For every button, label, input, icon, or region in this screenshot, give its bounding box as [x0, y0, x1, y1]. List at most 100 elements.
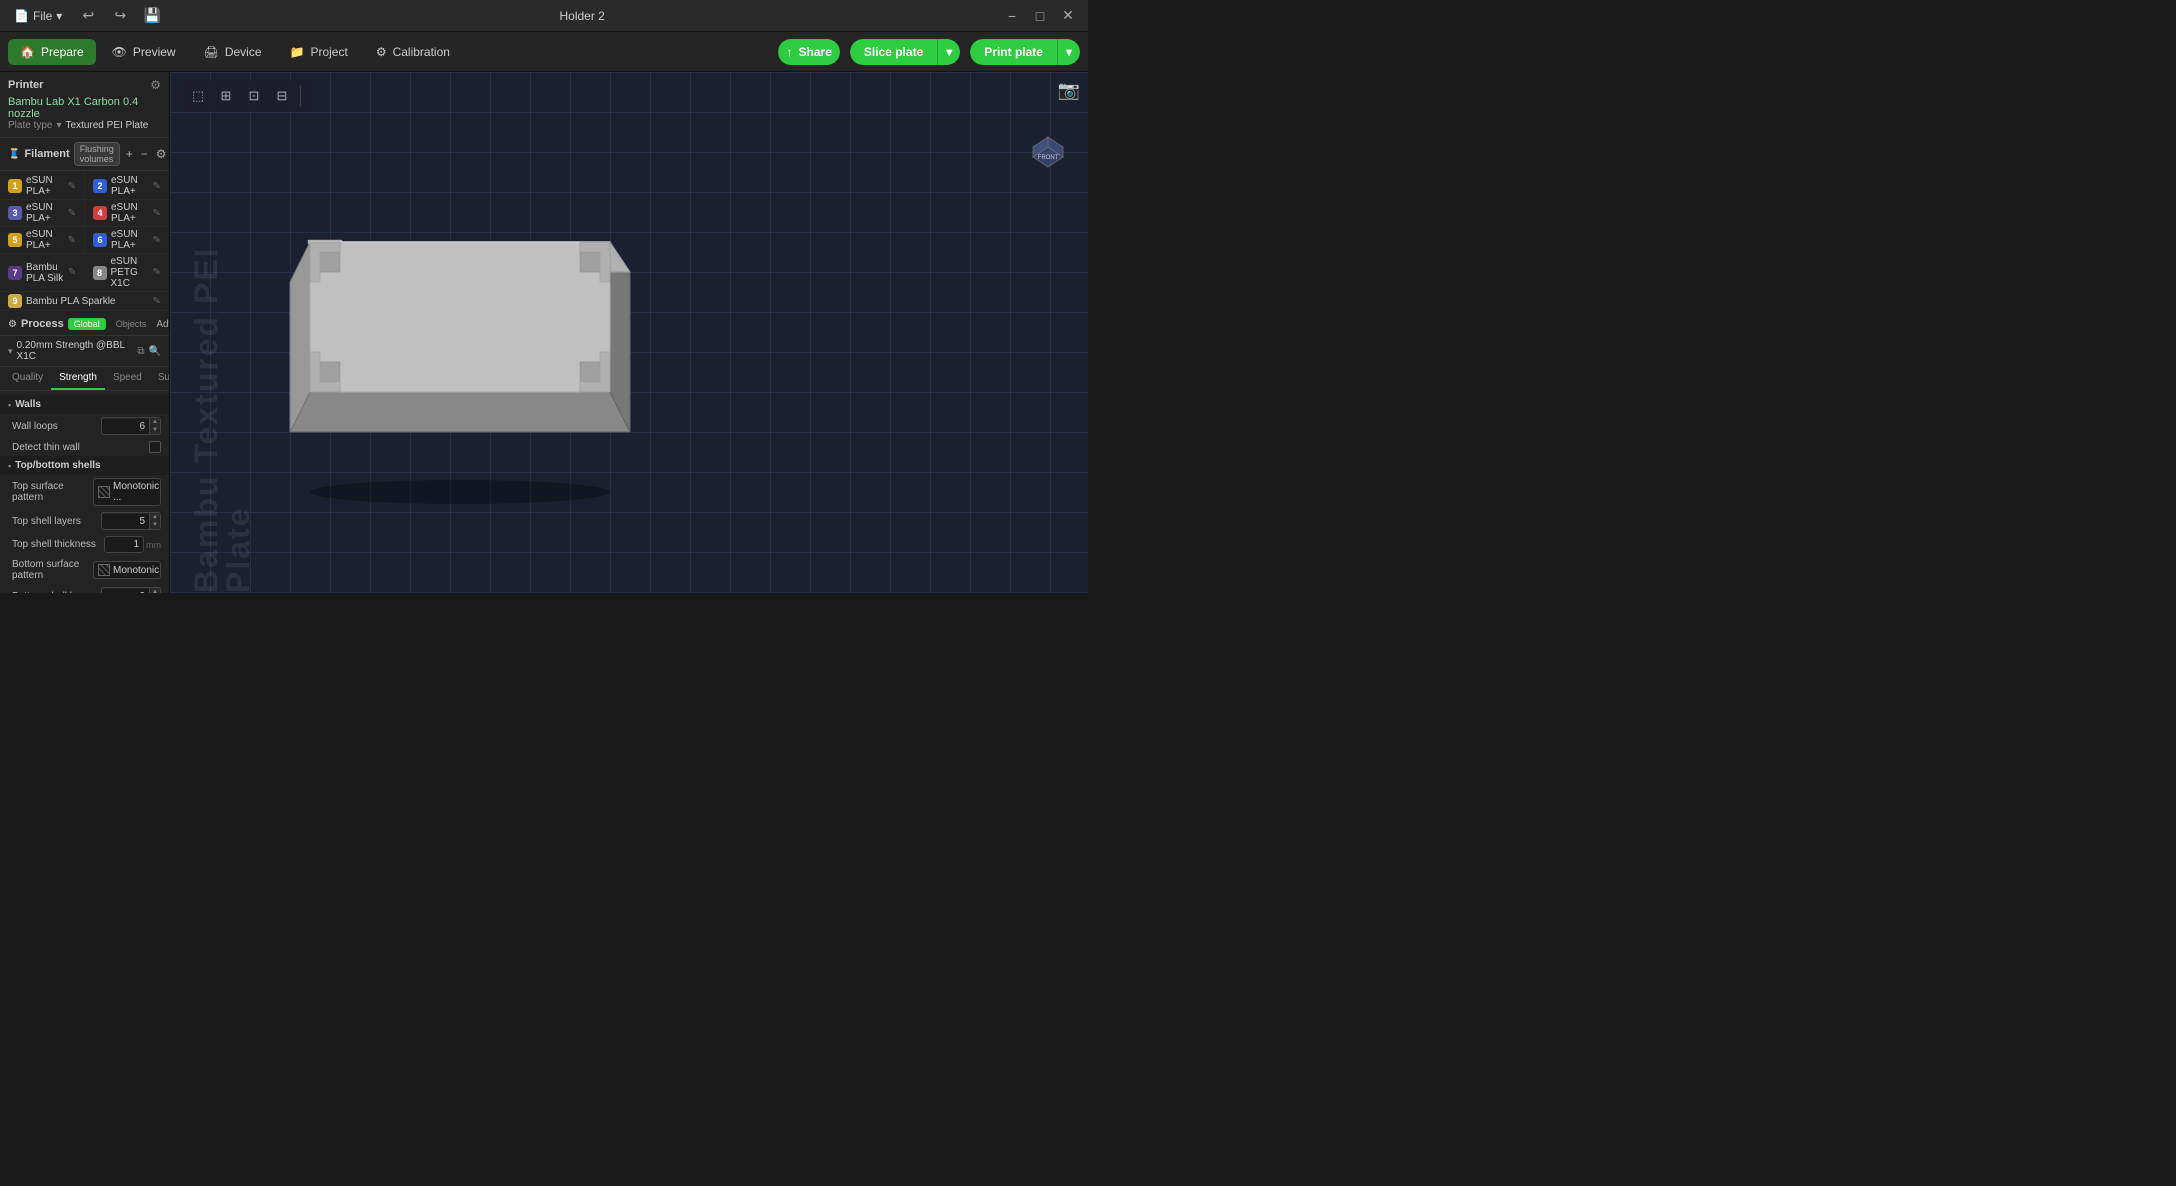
filament-name-2: eSUN PLA+	[111, 175, 149, 197]
file-menu[interactable]: 📄 File ▾	[8, 7, 68, 25]
filament-list: 1 eSUN PLA+ ✎ 2 eSUN PLA+ ✎ 3 eSUN PLA+ …	[0, 171, 169, 313]
tab-quality[interactable]: Quality	[4, 367, 51, 390]
process-label: Process	[21, 318, 64, 330]
filament-row-3-4: 3 eSUN PLA+ ✎ 4 eSUN PLA+ ✎	[0, 200, 169, 227]
printer-name[interactable]: Bambu Lab X1 Carbon 0.4 nozzle	[8, 96, 161, 120]
vt-wireframe-icon[interactable]: ⊟	[270, 84, 294, 108]
tab-strength[interactable]: Strength	[51, 367, 105, 390]
slice-button[interactable]: Slice plate	[850, 39, 937, 65]
filament-edit-9[interactable]: ✎	[153, 296, 161, 307]
printer-section: Printer ⚙ Bambu Lab X1 Carbon 0.4 nozzle…	[0, 72, 169, 138]
tab-prepare[interactable]: 🏠 Prepare	[8, 39, 96, 65]
redo-btn[interactable]: ↪	[108, 4, 132, 28]
prepare-icon: 🏠	[20, 45, 35, 59]
maximize-btn[interactable]: □	[1028, 4, 1052, 28]
printer-settings-icon[interactable]: ⚙	[150, 78, 161, 92]
filament-name-8: eSUN PETG X1C	[111, 256, 149, 289]
title-bar: 📄 File ▾ ↩ ↪ 💾 Holder 2 − □ ✕	[0, 0, 1088, 32]
tab-calibration[interactable]: ⚙ Calibration	[364, 39, 462, 65]
share-icon: ↑	[787, 45, 793, 59]
top-shell-layers-up[interactable]: ▲	[150, 513, 160, 521]
print-button[interactable]: Print plate	[970, 39, 1057, 65]
top-shell-layers-down[interactable]: ▼	[150, 521, 160, 529]
filament-name-9: Bambu PLA Sparkle	[26, 296, 149, 307]
file-label: File	[33, 9, 52, 23]
top-shell-thickness-unit: mm	[146, 540, 161, 550]
detect-thin-wall-row: Detect thin wall	[0, 438, 169, 456]
viewport[interactable]: Bambu Textured PEI Plate ⬚ ⊞ ⊡ ⊟	[170, 72, 1088, 593]
printer-title: Printer	[8, 79, 43, 91]
filament-edit-2[interactable]: ✎	[153, 181, 161, 192]
preset-search-icon[interactable]: 🔍	[149, 346, 161, 357]
bottom-shell-layers-row: Bottom shell layers 3 ▲ ▼	[0, 584, 169, 593]
objects-scope-btn[interactable]: Objects	[110, 318, 153, 330]
vt-grid-icon[interactable]: ⊞	[214, 84, 238, 108]
top-shell-thickness-input-group: mm	[104, 536, 161, 553]
filament-remove-btn[interactable]: −	[139, 147, 150, 161]
filament-name-5: eSUN PLA+	[26, 229, 64, 251]
wall-loops-spinner[interactable]: 6 ▲ ▼	[101, 417, 161, 435]
process-section-icon: ⚙	[8, 319, 17, 330]
walls-group-header[interactable]: ▪ Walls	[0, 395, 169, 414]
filament-edit-4[interactable]: ✎	[153, 208, 161, 219]
top-surface-pattern-row: Top surface pattern Monotonic ...	[0, 475, 169, 509]
close-btn[interactable]: ✕	[1056, 4, 1080, 28]
wall-loops-down[interactable]: ▼	[150, 426, 160, 434]
preset-copy-icon[interactable]: ⧉	[137, 346, 144, 357]
share-button[interactable]: ↑ Share	[778, 39, 840, 65]
undo-btn[interactable]: ↩	[76, 4, 100, 28]
filament-name-1: eSUN PLA+	[26, 175, 64, 197]
top-shell-layers-spinner[interactable]: 5 ▲ ▼	[101, 512, 161, 530]
global-scope-btn[interactable]: Global	[68, 318, 106, 330]
save-btn[interactable]: 💾	[140, 4, 164, 28]
filament-item-5: 5 eSUN PLA+ ✎	[0, 227, 85, 253]
detect-thin-wall-checkbox[interactable]	[149, 441, 161, 453]
minimize-btn[interactable]: −	[1000, 4, 1024, 28]
bottom-shell-layers-spinner[interactable]: 3 ▲ ▼	[101, 587, 161, 593]
flushing-volumes-btn[interactable]: Flushing volumes	[74, 142, 120, 166]
snapshot-icon[interactable]: 📷	[1058, 80, 1080, 101]
shells-group-header[interactable]: ▪ Top/bottom shells	[0, 456, 169, 475]
filament-edit-8[interactable]: ✎	[153, 267, 161, 278]
filament-edit-1[interactable]: ✎	[68, 181, 76, 192]
nav-cube[interactable]: FRONT	[1028, 132, 1068, 172]
preset-row: ▾ 0.20mm Strength @BBL X1C ⧉ 🔍	[0, 336, 169, 367]
plate-type-value[interactable]: Textured PEI Plate	[66, 120, 149, 131]
slice-dropdown[interactable]: ▾	[937, 39, 960, 65]
preset-name[interactable]: 0.20mm Strength @BBL X1C	[17, 340, 134, 362]
model-shadow	[310, 480, 610, 504]
filament-edit-7[interactable]: ✎	[68, 267, 76, 278]
filament-settings-btn[interactable]: ⚙	[154, 147, 169, 161]
3d-model-container	[270, 192, 650, 515]
plate-type-row: Plate type ▾ Textured PEI Plate	[8, 120, 161, 131]
filament-num-9: 9	[8, 294, 22, 308]
tab-support[interactable]: Support	[150, 367, 170, 390]
preview-icon: 👁	[112, 45, 127, 59]
top-shell-thickness-input[interactable]	[104, 536, 144, 553]
filament-edit-6[interactable]: ✎	[153, 235, 161, 246]
bottom-shell-layers-label: Bottom shell layers	[12, 591, 97, 594]
vt-cut-icon[interactable]: ⊡	[242, 84, 266, 108]
tab-preview[interactable]: 👁 Preview	[100, 39, 188, 65]
filament-row-1-2: 1 eSUN PLA+ ✎ 2 eSUN PLA+ ✎	[0, 173, 169, 200]
walls-collapse-icon: ▪	[8, 400, 11, 410]
filament-edit-5[interactable]: ✎	[68, 235, 76, 246]
bottom-shell-layers-up[interactable]: ▲	[150, 588, 160, 593]
filament-num-2: 2	[93, 179, 107, 193]
vt-divider	[300, 86, 301, 106]
plate-type-label: Plate type	[8, 120, 52, 131]
top-surface-pattern-dropdown[interactable]: Monotonic ...	[93, 478, 161, 506]
filament-item-8: 8 eSUN PETG X1C ✎	[85, 254, 170, 291]
tab-project[interactable]: 📁 Project	[278, 39, 360, 65]
filament-label: Filament	[24, 148, 69, 160]
tab-speed[interactable]: Speed	[105, 367, 150, 390]
print-dropdown[interactable]: ▾	[1057, 39, 1080, 65]
filament-edit-3[interactable]: ✎	[68, 208, 76, 219]
filament-add-btn[interactable]: +	[124, 147, 135, 161]
tab-device[interactable]: 🖨 Device	[192, 39, 274, 65]
process-section-header: ⚙ Process Global Objects Advance ⧉ ⊞	[0, 313, 169, 336]
filament-item-3: 3 eSUN PLA+ ✎	[0, 200, 85, 226]
vt-cube-icon[interactable]: ⬚	[186, 84, 210, 108]
wall-loops-up[interactable]: ▲	[150, 418, 160, 426]
bottom-surface-pattern-dropdown[interactable]: Monotonic	[93, 561, 161, 579]
